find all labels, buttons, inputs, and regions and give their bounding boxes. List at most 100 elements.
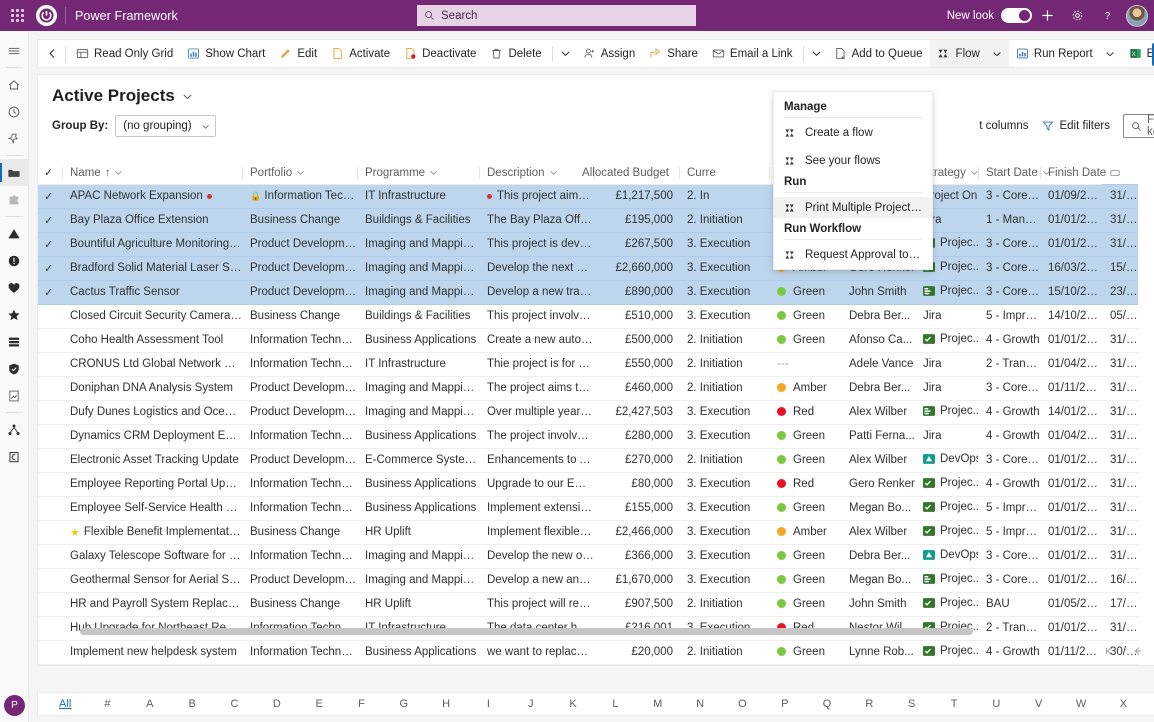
column-options-icon[interactable] <box>1110 168 1120 178</box>
select-all-checkbox[interactable]: ✓ <box>38 165 62 185</box>
cell-strategy[interactable]: 4 - Growth <box>978 472 1040 497</box>
cell-project-tool[interactable]: DevOps <box>915 448 978 473</box>
cell-programme[interactable]: IT Infrastructure <box>357 183 479 209</box>
cell-programme[interactable]: E-Commerce Systems <box>357 448 479 473</box>
home-icon[interactable] <box>0 71 29 98</box>
cell-strategy[interactable]: 3 - Core D... <box>978 232 1040 257</box>
alphabet-filter-r[interactable]: R <box>848 698 890 710</box>
cell-allocated-budget[interactable]: £510,000 <box>594 304 679 329</box>
shield-icon[interactable] <box>0 355 29 382</box>
cell-name[interactable]: Implement new helpdesk system <box>62 640 242 665</box>
cell-owner[interactable]: Alex Wilber <box>841 400 915 425</box>
flow-menu-item-request-approval[interactable]: Request Approval to Proce... <box>774 244 932 265</box>
cell-portfolio[interactable]: Information Technology <box>242 496 357 521</box>
cell-strategy[interactable]: 3 - Core D... <box>978 376 1040 401</box>
cell-finish-date[interactable]: 31/12/2024 <box>1102 376 1138 401</box>
cell-finish-date[interactable]: 31/12/2025 <box>1102 232 1138 257</box>
cell-portfolio[interactable]: Product Development <box>242 376 357 401</box>
filter-by-keyword-input[interactable]: Filter by keyword <box>1122 114 1154 138</box>
table-row[interactable]: Doniphan DNA Analysis System Product Deve… <box>38 376 1138 401</box>
cell-description[interactable]: This project involves insta... <box>479 304 594 329</box>
cell-owner[interactable]: Gero Renker <box>841 472 915 497</box>
cell-portfolio[interactable]: Product Development <box>242 568 357 593</box>
puzzle-icon[interactable] <box>0 186 29 213</box>
table-row[interactable]: Galaxy Telescope Software for the Domin.… <box>38 544 1138 569</box>
cell-allocated-budget[interactable]: £907,500 <box>594 592 679 617</box>
cell-allocated-budget[interactable]: £195,000 <box>594 208 679 233</box>
cell-description[interactable]: The project involves the d... <box>479 424 594 449</box>
cell-finish-date[interactable]: 31/12/2025 <box>1102 496 1138 521</box>
alphabet-filter-t[interactable]: T <box>933 698 975 710</box>
cell-name[interactable]: ★ Flexible Benefit Implementation <box>62 520 242 545</box>
flow-chevron-down-icon[interactable] <box>992 49 1002 59</box>
column-header-portfolio[interactable]: Portfolio <box>242 165 357 185</box>
cell-owner[interactable]: --- <box>841 664 915 665</box>
table-row[interactable]: Dufy Dunes Logistics and Ocean Analysis.… <box>38 400 1138 425</box>
cell-portfolio[interactable]: Business Change <box>242 304 357 329</box>
alphabet-filter-j[interactable]: J <box>510 698 552 710</box>
cell-allocated-budget[interactable]: £890,000 <box>594 280 679 305</box>
cell-current-stage[interactable]: 3. Execution <box>679 280 769 305</box>
row-checkbox[interactable] <box>38 352 62 377</box>
cell-name[interactable]: APAC Network Expansion <box>62 183 242 209</box>
row-checkbox[interactable] <box>38 328 62 353</box>
cell-description[interactable]: Develop the new operati... <box>479 544 594 569</box>
back-button[interactable] <box>42 40 62 67</box>
cell-current-stage[interactable]: 3. Execution <box>679 496 769 521</box>
cell-start-date[interactable]: 01/01/2024 <box>1040 208 1102 233</box>
overflow-chevron-1[interactable] <box>556 40 576 67</box>
alphabet-filter-f[interactable]: F <box>340 698 382 710</box>
cell-strategy[interactable]: 1 - Manda... <box>978 664 1040 665</box>
cell-rag-status[interactable]: --- <box>769 664 841 665</box>
cell-finish-date[interactable]: 31/12/2025 <box>1102 208 1138 233</box>
row-checkbox[interactable] <box>38 376 62 401</box>
table-row[interactable]: ✓ Bay Plaza Office Extension Business Chan… <box>38 208 1138 233</box>
help-icon[interactable]: ? <box>1092 0 1122 31</box>
cell-finish-date[interactable]: 31/05/2025 <box>1102 520 1138 545</box>
cell-current-stage[interactable]: 3. Execution <box>679 256 769 281</box>
alphabet-filter-all[interactable]: All <box>44 698 86 710</box>
cell-strategy[interactable]: 4 - Growth <box>978 424 1040 449</box>
cell-programme[interactable]: Buildings & Facilities <box>357 304 479 329</box>
assign-button[interactable]: Assign <box>576 40 643 67</box>
cell-finish-date[interactable]: 31/08/2024 <box>1102 352 1138 377</box>
run-report-button[interactable]: Run Report <box>1009 40 1122 67</box>
cell-allocated-budget[interactable]: £270,000 <box>594 448 679 473</box>
group-by-select[interactable]: (no grouping) <box>115 115 216 137</box>
row-checkbox[interactable]: ✓ <box>38 183 62 209</box>
alphabet-filter-hash[interactable]: # <box>86 698 128 710</box>
cell-allocated-budget[interactable]: £2,660,000 <box>594 256 679 281</box>
search-input[interactable]: Search <box>417 5 696 26</box>
cell-finish-date[interactable]: 15/04/2025 <box>1102 256 1138 281</box>
cell-project-tool[interactable]: Jira <box>915 376 978 401</box>
sidebar-item-projects[interactable] <box>0 159 29 186</box>
table-row[interactable]: ✓ Bountiful Agriculture Monitoring System… <box>38 232 1138 257</box>
cell-portfolio[interactable]: Business Change <box>242 592 357 617</box>
hamburger-icon[interactable] <box>0 37 29 64</box>
column-header-name[interactable]: Name ↑ <box>62 165 242 185</box>
cell-allocated-budget[interactable]: £460,000 <box>594 376 679 401</box>
cell-rag-status[interactable]: Green <box>769 640 841 665</box>
cell-finish-date[interactable]: 31/12/2023 <box>1102 616 1138 641</box>
cell-owner[interactable]: Alex Wilber <box>841 448 915 473</box>
new-look-toggle[interactable] <box>1001 8 1032 23</box>
cell-owner[interactable]: John Smith <box>841 280 915 305</box>
cell-name[interactable]: Cactus Traffic Sensor <box>62 280 242 305</box>
column-header-finish-date[interactable]: Finish Date <box>1040 165 1120 185</box>
risk-icon[interactable] <box>0 220 29 247</box>
alphabet-filter-w[interactable]: W <box>1060 698 1102 710</box>
clipboard-icon[interactable] <box>0 443 29 470</box>
cell-programme[interactable]: Imaging and Mapping Sy... <box>357 256 479 281</box>
cell-description[interactable]: Create a new automated ... <box>479 328 594 353</box>
column-header-current-stage[interactable]: Curre <box>679 165 769 185</box>
cell-current-stage[interactable]: 3. Execution <box>679 472 769 497</box>
column-header-allocated-budget[interactable]: Allocated Budget <box>582 165 679 185</box>
alphabet-filter-o[interactable]: O <box>721 698 763 710</box>
alphabet-filter-x[interactable]: X <box>1102 698 1144 710</box>
cell-portfolio[interactable]: Information Technology <box>242 472 357 497</box>
row-checkbox[interactable] <box>38 448 62 473</box>
row-checkbox[interactable]: ✓ <box>38 256 62 281</box>
horizontal-scrollbar[interactable] <box>80 628 1095 635</box>
delete-button[interactable]: Delete <box>483 40 548 67</box>
cell-portfolio[interactable]: Business Change <box>242 664 357 665</box>
